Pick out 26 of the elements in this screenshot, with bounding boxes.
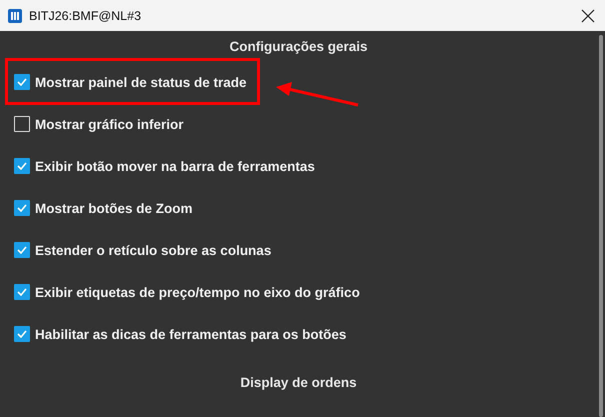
checkmark-icon bbox=[17, 246, 27, 254]
section-heading: Configurações gerais bbox=[229, 38, 368, 54]
checkmark-icon bbox=[17, 330, 27, 338]
option-label: Exibir botão mover na barra de ferramentas bbox=[35, 158, 315, 174]
checkbox[interactable] bbox=[14, 284, 30, 300]
checkbox[interactable] bbox=[14, 116, 30, 132]
option-label: Mostrar gráfico inferior bbox=[35, 116, 184, 132]
window-title: BITJ26:BMF@NL#3 bbox=[29, 8, 142, 22]
checkmark-icon bbox=[17, 288, 27, 296]
checkmark-icon bbox=[17, 162, 27, 170]
option-label: Estender o retículo sobre as colunas bbox=[35, 242, 272, 258]
checkmark-icon bbox=[17, 204, 27, 212]
option-label: Exibir etiquetas de preço/tempo no eixo do gráfico bbox=[35, 284, 360, 300]
app-icon bbox=[8, 8, 22, 22]
option-label: Mostrar painel de status de trade bbox=[35, 74, 247, 90]
checkbox[interactable] bbox=[14, 158, 30, 174]
section-heading: Display de ordens bbox=[240, 374, 357, 390]
checkbox[interactable] bbox=[14, 200, 30, 216]
option-label: Mostrar botões de Zoom bbox=[35, 200, 193, 216]
checkbox[interactable] bbox=[14, 242, 30, 258]
checkbox[interactable] bbox=[14, 326, 30, 342]
close-button[interactable] bbox=[581, 8, 595, 22]
checkbox[interactable] bbox=[14, 74, 30, 90]
checkmark-icon bbox=[17, 78, 27, 86]
scrollbar[interactable] bbox=[599, 35, 603, 417]
option-label: Habilitar as dicas de ferramentas para os botões bbox=[35, 326, 346, 342]
